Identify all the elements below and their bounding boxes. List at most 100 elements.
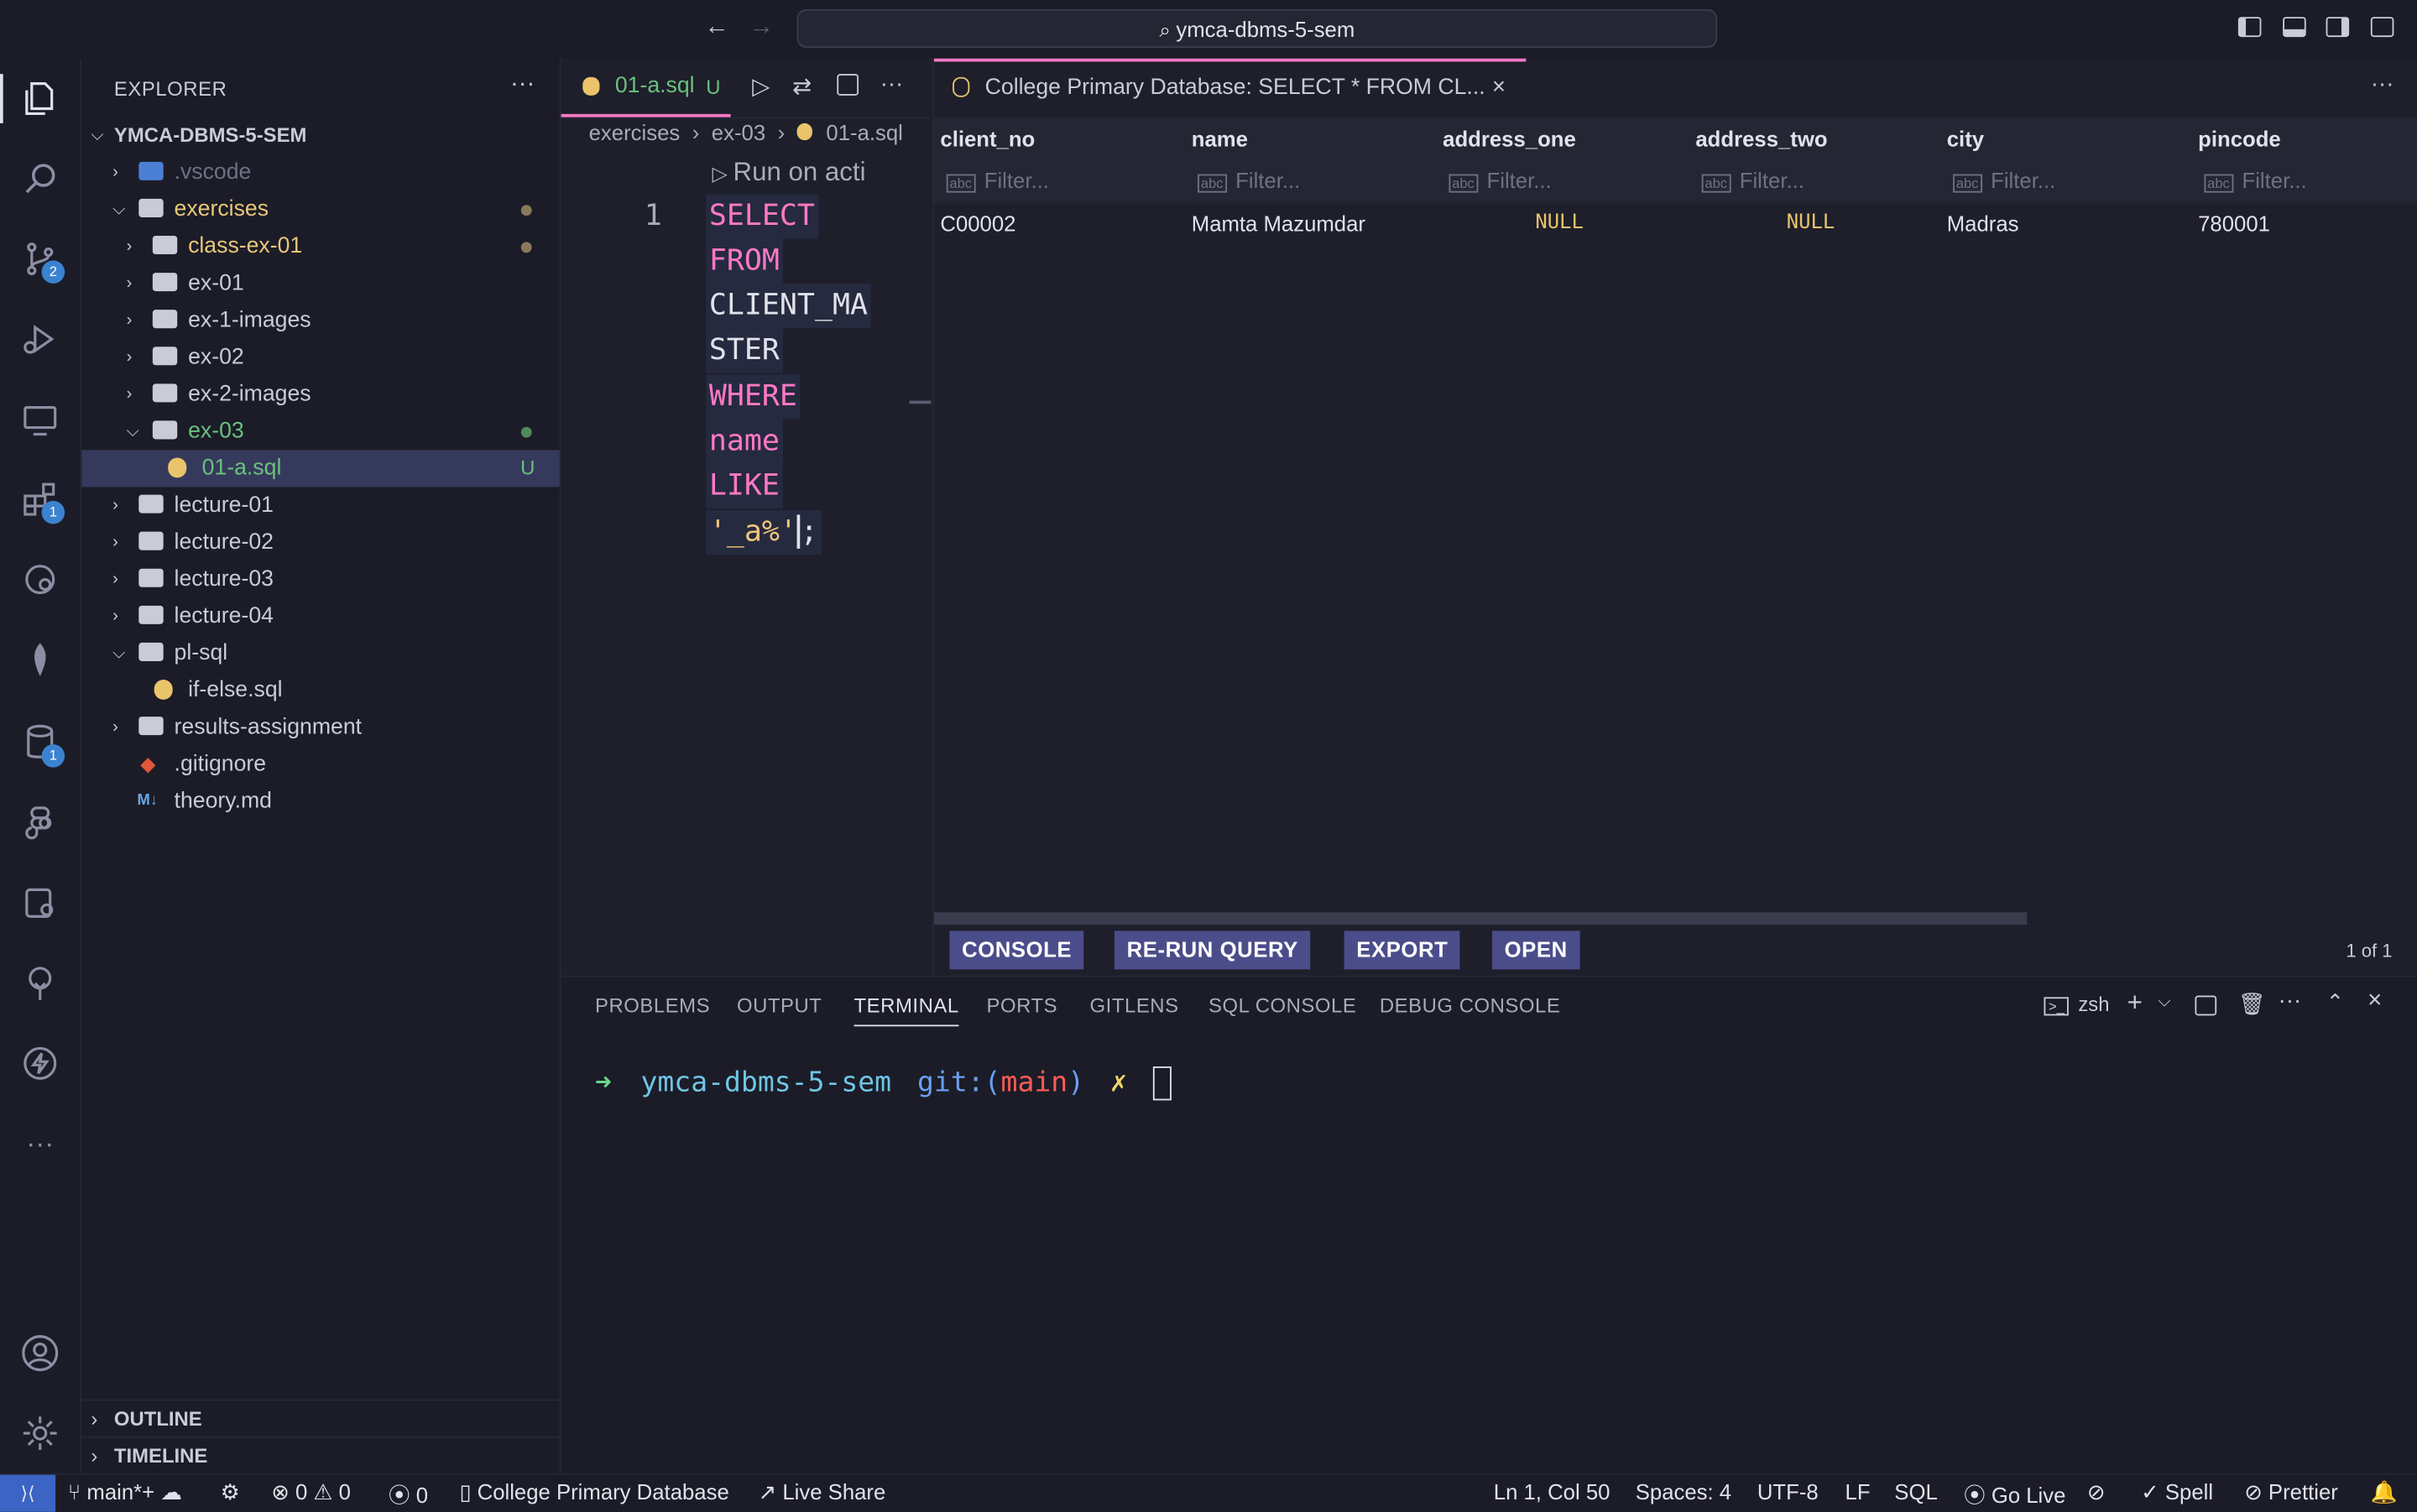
breadcrumb-item[interactable]: ex-03 (712, 120, 765, 144)
tree-icon[interactable] (0, 952, 81, 1014)
git-graph-status-icon[interactable]: ⚙ (221, 1479, 240, 1505)
search-icon[interactable] (0, 148, 81, 209)
column-header[interactable]: address_two (1695, 127, 1827, 151)
column-header[interactable]: pincode (2198, 127, 2281, 151)
console-button[interactable]: CONSOLE (949, 931, 1084, 970)
trash-icon[interactable]: 🗑 (2238, 991, 2266, 1017)
export-button[interactable]: EXPORT (1344, 931, 1461, 970)
more-actions-icon[interactable]: ··· (2279, 988, 2302, 1014)
chevron-down-icon[interactable]: ⌵ (2158, 993, 2170, 1013)
more-views-icon[interactable]: ··· (0, 1113, 81, 1174)
terminal-prompt[interactable]: ➜ ymca-dbms-5-sem git:(main) ✗ (595, 1066, 1172, 1101)
table-cell[interactable]: 780001 (2198, 211, 2270, 236)
filter-input[interactable]: abc Filter... (946, 168, 1049, 193)
filter-input[interactable]: abc Filter... (2204, 168, 2307, 193)
problems-indicator[interactable]: ⊗ 0 ⚠ 0 (271, 1479, 351, 1505)
codelens-run[interactable]: ▷ Run on acti (713, 157, 866, 188)
column-header[interactable]: client_no (940, 127, 1035, 151)
manage-gear-icon[interactable] (0, 1402, 81, 1463)
close-panel-icon[interactable]: × (2367, 988, 2382, 1015)
encoding[interactable]: UTF-8 (1757, 1479, 1819, 1504)
tree-item-lecture-03[interactable]: › lecture-03 (81, 561, 559, 598)
tree-item-class-ex-01[interactable]: › class-ex-01 (81, 228, 559, 265)
tab-debug-console[interactable]: DEBUG CONSOLE (1380, 994, 1560, 1018)
tree-item-results-assignment[interactable]: › results-assignment (81, 709, 559, 746)
mongodb-leaf-icon[interactable] (0, 628, 81, 690)
prettier-status[interactable]: ⊘ Prettier (2244, 1479, 2338, 1505)
branch-indicator[interactable]: ⑂ main*+ ☁ (68, 1479, 182, 1505)
table-cell[interactable]: C00002 (940, 211, 1015, 236)
tree-item-ex-01[interactable]: › ex-01 (81, 265, 559, 302)
column-header[interactable]: city (1947, 127, 1984, 151)
timeline-section[interactable]: › TIMELINE (81, 1436, 560, 1475)
more-actions-icon[interactable]: ··· (510, 70, 535, 98)
breadcrumb-item[interactable]: exercises (589, 120, 681, 144)
filter-input[interactable]: abc Filter... (1953, 168, 2055, 193)
more-actions-icon[interactable]: ··· (880, 70, 904, 96)
forward-arrow-icon[interactable]: → (749, 14, 774, 42)
git-graph-icon[interactable] (0, 549, 81, 610)
tree-item-ex-03[interactable]: ⌵ ex-03 (81, 413, 559, 450)
breadcrumb-item[interactable]: 01-a.sql (826, 120, 902, 144)
table-cell[interactable]: Mamta Mazumdar (1192, 211, 1365, 236)
table-cell-null[interactable]: NULL (1535, 211, 1584, 235)
tree-item-pl-sql[interactable]: ⌵ pl-sql (81, 635, 559, 672)
filter-input[interactable]: abc Filter... (1198, 168, 1300, 193)
open-button[interactable]: OPEN (1491, 931, 1580, 970)
language-mode[interactable]: SQL (1894, 1479, 1937, 1504)
ports-indicator[interactable]: ⦿ 0 (389, 1479, 428, 1510)
tree-item-ex-2-images[interactable]: › ex-2-images (81, 376, 559, 413)
column-header[interactable]: name (1192, 127, 1248, 151)
indentation[interactable]: Spaces: 4 (1636, 1479, 1731, 1504)
rerun-query-button[interactable]: RE-RUN QUERY (1114, 931, 1311, 970)
new-terminal-icon[interactable]: + (2127, 988, 2143, 1019)
extensions-icon[interactable]: 1 (0, 468, 81, 529)
go-live-button[interactable]: ⦿ Go Live (1964, 1479, 2065, 1510)
filter-input[interactable]: abc Filter... (1701, 168, 1804, 193)
maximize-panel-icon[interactable]: ⌃ (2326, 989, 2345, 1015)
outline-section[interactable]: › OUTLINE (81, 1399, 560, 1438)
workspace-root[interactable]: ⌵ YMCA-DBMS-5-SEM (81, 117, 559, 154)
lightning-icon[interactable] (0, 1033, 81, 1094)
tab-output[interactable]: OUTPUT (737, 994, 822, 1018)
table-cell[interactable]: Madras (1947, 211, 2019, 236)
filter-input[interactable]: abc Filter... (1449, 168, 1552, 193)
tree-item-ex-1-images[interactable]: › ex-1-images (81, 302, 559, 339)
remote-indicator-icon[interactable]: ⟩⟨ (0, 1474, 56, 1512)
tab-gitlens[interactable]: GITLENS (1090, 994, 1179, 1018)
notifications-bell-icon[interactable]: 🔔 (2371, 1479, 2398, 1505)
tree-item-vscode[interactable]: › .vscode (81, 154, 559, 191)
account-icon[interactable] (0, 1322, 81, 1384)
toggle-secondary-sidebar-icon[interactable] (2326, 17, 2350, 38)
docker-settings-icon[interactable] (0, 873, 81, 934)
tab-01-a-sql[interactable]: 01-a.sql U (561, 59, 731, 117)
live-share-button[interactable]: ↗ Live Share (759, 1479, 886, 1505)
tree-item-lecture-01[interactable]: › lecture-01 (81, 487, 559, 524)
column-header[interactable]: address_one (1443, 127, 1576, 151)
more-actions-icon[interactable]: ··· (2371, 70, 2394, 96)
tree-item-ex-02[interactable]: › ex-02 (81, 339, 559, 376)
customize-layout-icon[interactable] (2370, 17, 2394, 38)
run-play-icon[interactable]: ▷ (752, 72, 770, 100)
remote-explorer-icon[interactable] (0, 388, 81, 450)
horizontal-scrollbar[interactable] (934, 912, 2028, 925)
explorer-icon[interactable] (0, 68, 81, 129)
spell-check[interactable]: ✓ Spell (2141, 1479, 2213, 1505)
figma-icon[interactable] (0, 792, 81, 853)
back-arrow-icon[interactable]: ← (704, 14, 728, 42)
split-editor-icon[interactable] (837, 74, 859, 96)
compare-changes-icon[interactable]: ⇄ (792, 72, 812, 100)
toggle-panel-icon[interactable] (2283, 17, 2306, 38)
end-of-line[interactable]: LF (1845, 1479, 1871, 1504)
tree-item-if-else-sql[interactable]: if-else.sql (81, 672, 559, 709)
run-debug-icon[interactable] (0, 308, 81, 369)
tree-item-01-a-sql[interactable]: 01-a.sql U (81, 450, 560, 487)
tree-item-exercises[interactable]: ⌵ exercises (81, 191, 559, 228)
cursor-position[interactable]: Ln 1, Col 50 (1494, 1479, 1610, 1504)
database-icon[interactable]: 1 (0, 712, 81, 774)
close-icon[interactable]: × (1492, 74, 1506, 100)
tab-ports[interactable]: PORTS (986, 994, 1057, 1018)
copilot-icon[interactable]: ⊘ (2087, 1479, 2106, 1505)
tree-item-lecture-04[interactable]: › lecture-04 (81, 598, 559, 635)
terminal-shell-selector[interactable]: >_ zsh (2044, 993, 2110, 1016)
